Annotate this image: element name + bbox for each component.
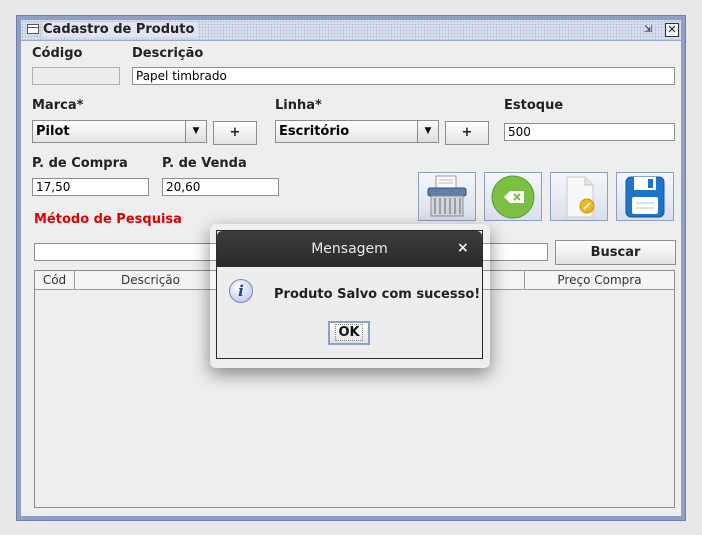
restore-icon[interactable]: ⇲ — [641, 23, 655, 37]
marca-label: Marca* — [32, 98, 84, 113]
p-compra-label: P. de Compra — [32, 156, 128, 171]
search-button[interactable]: Buscar — [555, 240, 676, 265]
close-icon[interactable]: ✕ — [665, 23, 679, 37]
p-venda-field[interactable]: 20,60 — [162, 178, 279, 196]
edit-button[interactable] — [550, 172, 608, 221]
shredder-button[interactable] — [418, 172, 476, 221]
edit-document-icon — [566, 176, 595, 218]
descricao-label: Descrição — [132, 46, 204, 61]
column-descricao[interactable]: Descrição — [75, 271, 227, 289]
estoque-field[interactable]: 500 — [504, 123, 675, 141]
dialog-title: Mensagem — [311, 241, 388, 257]
shredder-icon — [427, 175, 467, 217]
column-preco-compra[interactable]: Preço Compra — [525, 271, 674, 289]
linha-selected: Escritório — [279, 124, 350, 139]
message-dialog: Mensagem × i Produto Salvo com sucesso! … — [216, 230, 483, 359]
codigo-label: Código — [32, 46, 83, 61]
window-title: Cadastro de Produto — [43, 22, 199, 37]
save-floppy-icon — [625, 176, 665, 218]
info-icon: i — [229, 279, 253, 303]
linha-label: Linha* — [275, 98, 322, 113]
add-linha-button[interactable]: + — [445, 121, 489, 145]
save-button[interactable] — [616, 172, 674, 221]
search-method-label: Método de Pesquisa — [34, 212, 182, 227]
codigo-field — [32, 67, 120, 85]
ok-label: OK — [335, 324, 363, 341]
estoque-label: Estoque — [504, 98, 564, 113]
marca-combo[interactable]: Pilot ▼ — [32, 120, 207, 143]
linha-combo[interactable]: Escritório ▼ — [275, 120, 439, 143]
dialog-message: Produto Salvo com sucesso! — [274, 287, 481, 302]
chevron-down-icon[interactable]: ▼ — [185, 121, 206, 142]
window-icon — [27, 24, 39, 34]
add-marca-button[interactable]: + — [213, 121, 257, 145]
marca-selected: Pilot — [36, 124, 70, 139]
clear-icon — [491, 175, 535, 219]
window-titlebar[interactable]: Cadastro de Produto ⇲ ✕ — [21, 20, 681, 41]
descricao-field[interactable]: Papel timbrado — [132, 67, 675, 85]
ok-button[interactable]: OK — [328, 321, 370, 345]
p-venda-label: P. de Venda — [162, 156, 247, 171]
p-compra-field[interactable]: 17,50 — [32, 178, 149, 196]
clear-button[interactable] — [484, 172, 542, 221]
close-icon[interactable]: × — [457, 240, 469, 256]
column-cod[interactable]: Cód — [35, 271, 75, 289]
dialog-titlebar[interactable]: Mensagem × — [217, 231, 482, 267]
chevron-down-icon[interactable]: ▼ — [417, 121, 438, 142]
